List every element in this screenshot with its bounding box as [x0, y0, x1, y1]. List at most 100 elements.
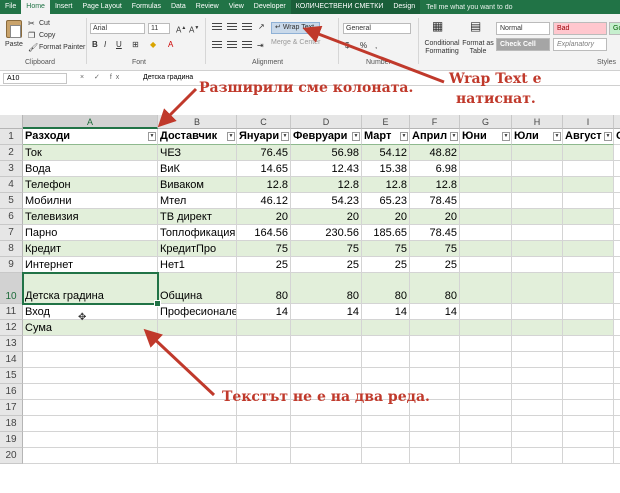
table-cell[interactable] [614, 384, 620, 400]
table-cell[interactable]: 78.45 [410, 193, 460, 209]
style-explanatory[interactable]: Explanatory [553, 38, 607, 51]
table-cell[interactable]: 12.8 [237, 177, 291, 193]
table-cell[interactable]: Детска градина [23, 273, 158, 304]
table-cell[interactable] [362, 336, 410, 352]
tab-developer[interactable]: Developer [249, 0, 291, 14]
row-header-6[interactable]: 6 [0, 209, 23, 225]
table-cell[interactable] [614, 352, 620, 368]
indent-icon[interactable]: ⇥ [257, 41, 264, 50]
table-cell[interactable]: ВиК [158, 161, 237, 177]
column-header-a[interactable]: A [23, 115, 158, 129]
table-cell[interactable] [291, 352, 362, 368]
table-cell[interactable] [237, 336, 291, 352]
table-cell[interactable] [23, 400, 158, 416]
row-header-11[interactable]: 11 [0, 304, 23, 320]
table-cell[interactable]: 20 [410, 209, 460, 225]
row-header-5[interactable]: 5 [0, 193, 23, 209]
table-cell[interactable] [563, 432, 614, 448]
style-good[interactable]: Go [609, 22, 620, 35]
row-header-8[interactable]: 8 [0, 241, 23, 257]
format-painter-button[interactable]: Format Painter [39, 44, 85, 51]
table-cell[interactable] [614, 320, 620, 336]
table-cell[interactable]: 185.65 [362, 225, 410, 241]
table-cell[interactable] [237, 352, 291, 368]
borders-icon[interactable]: ⊞ [132, 40, 139, 49]
tab-количествени-сметки[interactable]: КОЛИЧЕСТВЕНИ СМЕТКИ [290, 0, 389, 14]
table-cell[interactable] [512, 432, 563, 448]
align-left-icon[interactable] [212, 41, 222, 49]
table-cell[interactable]: Вода [23, 161, 158, 177]
table-cell[interactable]: 14 [410, 304, 460, 320]
table-cell[interactable] [512, 416, 563, 432]
table-cell[interactable] [158, 320, 237, 336]
table-cell[interactable] [460, 352, 512, 368]
table-cell[interactable]: Мтел [158, 193, 237, 209]
cut-button[interactable]: Cut [39, 20, 50, 27]
table-cell[interactable] [614, 161, 620, 177]
table-cell[interactable] [410, 320, 460, 336]
table-cell[interactable] [563, 384, 614, 400]
table-cell[interactable] [563, 161, 614, 177]
cut-icon[interactable]: ✂ [28, 19, 35, 28]
column-header-b[interactable]: B [158, 115, 237, 129]
table-cell[interactable] [460, 193, 512, 209]
table-cell[interactable] [512, 145, 563, 161]
number-format-select[interactable]: General [343, 23, 411, 34]
table-cell[interactable] [237, 448, 291, 464]
table-cell[interactable] [158, 368, 237, 384]
table-cell[interactable] [237, 432, 291, 448]
table-cell[interactable] [563, 225, 614, 241]
table-cell[interactable] [614, 400, 620, 416]
table-cell[interactable]: 20 [291, 209, 362, 225]
filter-dropdown-icon[interactable]: ▼ [450, 132, 458, 141]
tab-design[interactable]: Design [388, 0, 421, 14]
row-header-16[interactable]: 16 [0, 384, 23, 400]
table-cell[interactable]: 54.23 [291, 193, 362, 209]
font-name-select[interactable]: Arial [90, 23, 145, 34]
filter-dropdown-icon[interactable]: ▼ [227, 132, 235, 141]
table-cell[interactable] [23, 368, 158, 384]
tab-review[interactable]: Review [191, 0, 224, 14]
font-size-select[interactable]: 11 [148, 23, 170, 34]
table-cell[interactable] [614, 145, 620, 161]
table-header-cell[interactable]: Март ▼ [362, 129, 410, 145]
grow-font-icon[interactable]: A▲ [176, 24, 186, 35]
table-cell[interactable]: 12.43 [291, 161, 362, 177]
table-cell[interactable] [460, 336, 512, 352]
table-cell[interactable] [362, 352, 410, 368]
table-cell[interactable] [410, 416, 460, 432]
table-cell[interactable] [563, 416, 614, 432]
table-cell[interactable]: ЧЕЗ [158, 145, 237, 161]
tab-formulas[interactable]: Formulas [127, 0, 166, 14]
table-cell[interactable]: 75 [410, 241, 460, 257]
table-cell[interactable] [512, 352, 563, 368]
table-cell[interactable] [614, 416, 620, 432]
table-cell[interactable] [291, 336, 362, 352]
table-cell[interactable] [563, 320, 614, 336]
table-cell[interactable]: Телевизия [23, 209, 158, 225]
table-cell[interactable]: 25 [410, 257, 460, 273]
format-painter-icon[interactable]: 🖌 [28, 43, 38, 52]
table-header-cell[interactable]: Юли ▼ [512, 129, 563, 145]
font-color-icon[interactable]: A [168, 40, 173, 49]
table-cell[interactable] [460, 273, 512, 304]
table-cell[interactable]: 54.12 [362, 145, 410, 161]
percent-icon[interactable]: % [360, 41, 367, 50]
row-header-19[interactable]: 19 [0, 432, 23, 448]
filter-dropdown-icon[interactable]: ▼ [352, 132, 360, 141]
table-cell[interactable]: 76.45 [237, 145, 291, 161]
table-cell[interactable] [512, 320, 563, 336]
table-cell[interactable]: Вход [23, 304, 158, 320]
table-cell[interactable]: Професионале [158, 304, 237, 320]
formula-buttons[interactable]: × ✓ fx [80, 73, 123, 81]
column-header-c[interactable]: C [237, 115, 291, 129]
table-cell[interactable]: 56.98 [291, 145, 362, 161]
column-header-f[interactable]: F [410, 115, 460, 129]
column-header-j[interactable]: J [614, 115, 620, 129]
table-cell[interactable]: 20 [237, 209, 291, 225]
table-cell[interactable] [291, 368, 362, 384]
table-header-cell[interactable]: Август ▼ [563, 129, 614, 145]
wrap-text-button[interactable]: ↵ Wrap Text [271, 22, 320, 34]
table-cell[interactable] [237, 368, 291, 384]
table-cell[interactable] [614, 193, 620, 209]
